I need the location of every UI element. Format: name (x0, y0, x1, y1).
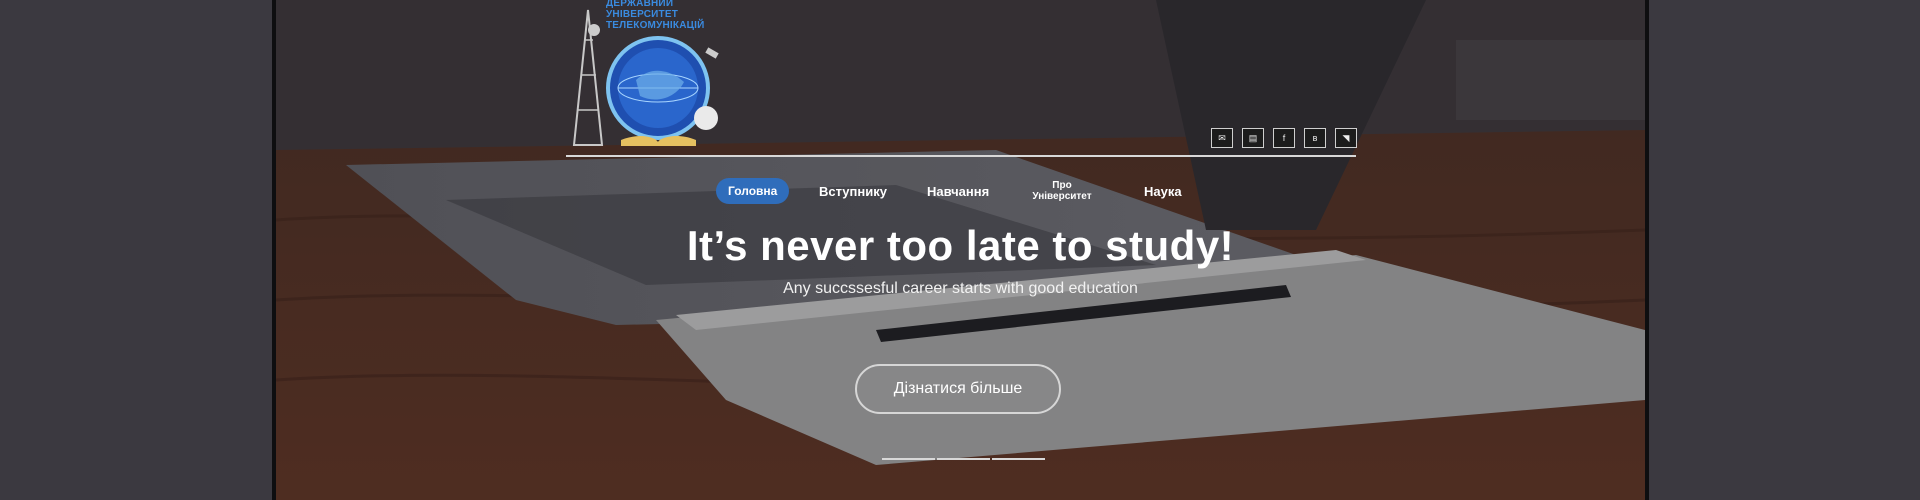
logo-text: ДЕРЖАВНИЙ УНІВЕРСИТЕТ ТЕЛЕКОМУНІКАЦІЙ (606, 0, 705, 31)
nav-item-study[interactable]: Навчання (927, 178, 989, 204)
nav-item-home[interactable]: Головна (716, 178, 790, 204)
slider-dot-1[interactable] (882, 458, 935, 460)
hero-frame: ДЕРЖАВНИЙ УНІВЕРСИТЕТ ТЕЛЕКОМУНІКАЦІЙ ✉ … (272, 0, 1649, 500)
hero-subtitle: Any succssesful career starts with good … (783, 280, 1138, 297)
learn-more-button[interactable]: Дізнатися більше (855, 364, 1061, 414)
slider-dot-2[interactable] (937, 458, 990, 460)
logo-line-1: ДЕРЖАВНИЙ (606, 0, 674, 9)
logo-line-2: УНІВЕРСИТЕТ (606, 9, 679, 20)
nav-item-applicants[interactable]: Вступнику (819, 178, 887, 204)
vk-icon[interactable]: в (1304, 128, 1326, 148)
news-icon[interactable]: ▤ (1242, 128, 1264, 148)
facebook-icon[interactable]: f (1273, 128, 1295, 148)
slider-indicators (882, 458, 1045, 460)
nav-item-science[interactable]: Наука (1144, 178, 1182, 204)
hero-title: It’s never too late to study! (686, 222, 1235, 269)
header-divider (566, 155, 1356, 157)
social-links: ✉ ▤ f в ◥ (1211, 128, 1357, 148)
logo-line-3: ТЕЛЕКОМУНІКАЦІЙ (606, 20, 705, 31)
rss-icon[interactable]: ◥ (1335, 128, 1357, 148)
nav-item-about[interactable]: Про Університет (1026, 178, 1098, 204)
slider-dot-3[interactable] (992, 458, 1045, 460)
mail-icon[interactable]: ✉ (1211, 128, 1233, 148)
main-nav: Головна Вступнику Навчання Про Університ… (276, 178, 1645, 204)
